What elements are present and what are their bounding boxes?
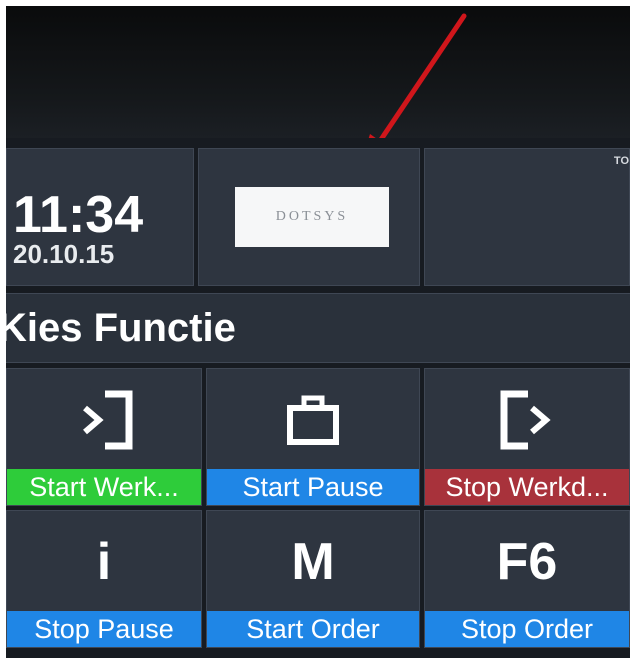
device-photo: 11:34 20.10.15 DOTSYS TO Kies Functie St… [6, 6, 630, 658]
logo-tile: DOTSYS [198, 148, 420, 286]
stop-pause-label: Stop Pause [7, 611, 201, 647]
start-order-label: Start Order [207, 611, 419, 647]
blank-tile: TO [424, 148, 630, 286]
device-bezel [6, 6, 630, 138]
start-werk-label: Start Werk... [7, 469, 201, 505]
f6-icon: F6 [496, 533, 558, 591]
start-werk-button[interactable]: Start Werk... [6, 368, 202, 506]
function-header: Kies Functie [6, 293, 630, 363]
page-title: Kies Functie [6, 306, 236, 350]
start-order-button[interactable]: M Start Order [206, 510, 420, 648]
info-icon: i [96, 533, 112, 591]
clock-time: 11:34 [13, 186, 144, 244]
briefcase-icon [207, 385, 419, 455]
terminal-screen: 11:34 20.10.15 DOTSYS TO Kies Functie St… [6, 138, 630, 658]
stop-order-button[interactable]: F6 Stop Order [424, 510, 630, 648]
start-pause-label: Start Pause [207, 469, 419, 505]
enter-icon [7, 385, 201, 455]
m-icon: M [291, 533, 335, 591]
company-logo: DOTSYS [235, 187, 389, 247]
exit-icon [425, 385, 629, 455]
stop-werkdag-button[interactable]: Stop Werkd... [424, 368, 630, 506]
stop-pause-button[interactable]: i Stop Pause [6, 510, 202, 648]
start-pause-button[interactable]: Start Pause [206, 368, 420, 506]
clock-tile: 11:34 20.10.15 [6, 148, 194, 286]
corner-mark: TO [613, 155, 629, 167]
stop-order-label: Stop Order [425, 611, 629, 647]
clock-date: 20.10.15 [13, 239, 115, 269]
stop-werkdag-label: Stop Werkd... [425, 469, 629, 505]
logo-text: DOTSYS [275, 209, 349, 224]
